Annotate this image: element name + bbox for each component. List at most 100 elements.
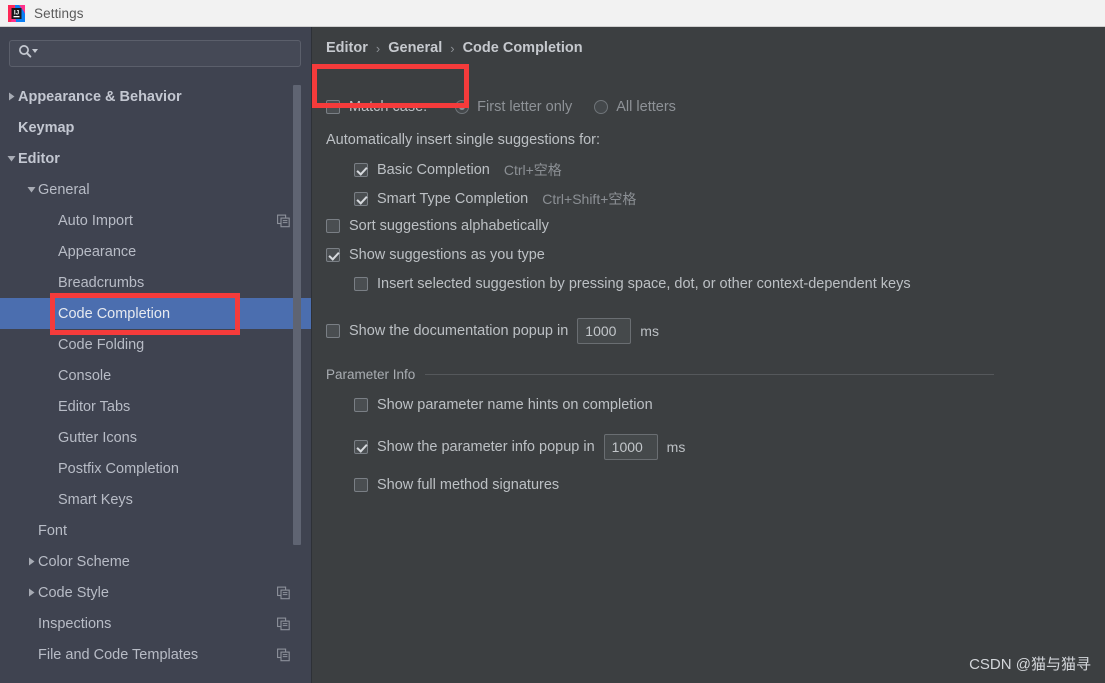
sort-alphabetically-label: Sort suggestions alphabetically: [349, 218, 549, 234]
sidebar-item-code-completion[interactable]: Code Completion: [0, 298, 311, 329]
show-suggestions-as-you-type-checkbox[interactable]: [326, 248, 340, 262]
all-letters-label: All letters: [616, 99, 676, 115]
parameter-name-hints-row[interactable]: Show parameter name hints on completion: [354, 397, 653, 413]
copy-settings-icon[interactable]: [277, 648, 290, 661]
search-icon: [18, 44, 39, 63]
sidebar-item-label: File and Code Templates: [38, 646, 199, 663]
sidebar-item-label: Color Scheme: [38, 553, 130, 570]
show-suggestions-as-you-type-row[interactable]: Show suggestions as you type: [326, 247, 545, 263]
first-letter-only-radio[interactable]: [455, 100, 470, 114]
smart-type-completion-label: Smart Type Completion: [377, 191, 529, 207]
documentation-popup-checkbox[interactable]: [326, 324, 340, 338]
sidebar-item-color-scheme[interactable]: Color Scheme: [0, 546, 311, 577]
sidebar-item-label: Inspections: [38, 615, 112, 632]
insert-selected-suggestion-checkbox[interactable]: [354, 277, 368, 291]
sidebar-item-label: Console: [58, 367, 112, 384]
parameter-info-popup-checkbox[interactable]: [354, 440, 368, 454]
full-method-signatures-label: Show full method signatures: [377, 477, 560, 493]
sidebar-item-editor-tabs[interactable]: Editor Tabs: [0, 391, 311, 422]
parameter-info-section-header: Parameter Info: [326, 367, 994, 382]
breadcrumb: Editor › General › Code Completion: [326, 40, 583, 56]
parameter-name-hints-checkbox[interactable]: [354, 398, 368, 412]
basic-completion-checkbox[interactable]: [354, 163, 368, 177]
sidebar-item-appearance-behavior[interactable]: Appearance & Behavior: [0, 81, 311, 112]
breadcrumb-item[interactable]: Editor: [326, 40, 368, 56]
sidebar-item-appearance[interactable]: Appearance: [0, 236, 311, 267]
match-case-option-all-letters[interactable]: All letters: [594, 99, 676, 115]
breadcrumb-item: Code Completion: [462, 40, 583, 56]
parameter-info-popup-delay-input[interactable]: [603, 434, 658, 460]
sidebar-item-label: Code Style: [38, 584, 109, 601]
sidebar-item-gutter-icons[interactable]: Gutter Icons: [0, 422, 311, 453]
sidebar-item-code-style[interactable]: Code Style: [0, 577, 311, 608]
match-case-checkbox[interactable]: [326, 100, 340, 114]
sidebar-item-keymap[interactable]: Keymap: [0, 112, 311, 143]
parameter-name-hints-label: Show parameter name hints on completion: [377, 397, 653, 413]
window-title: Settings: [34, 5, 84, 21]
settings-sidebar: Appearance & Behavior Keymap Editor General…: [0, 27, 312, 683]
sidebar-item-inspections[interactable]: Inspections: [0, 608, 311, 639]
sidebar-item-font[interactable]: Font: [0, 515, 311, 546]
first-letter-only-label: First letter only: [477, 99, 573, 115]
search-field-wrapper: [9, 40, 301, 67]
sort-alphabetically-row[interactable]: Sort suggestions alphabetically: [326, 218, 549, 234]
sidebar-item-auto-import[interactable]: Auto Import: [0, 205, 311, 236]
chevron-down-icon[interactable]: [4, 152, 18, 166]
sidebar-item-postfix-completion[interactable]: Postfix Completion: [0, 453, 311, 484]
sidebar-item-label: General: [38, 181, 90, 198]
svg-text:IJ: IJ: [14, 9, 20, 16]
sidebar-item-console[interactable]: Console: [0, 360, 311, 391]
sidebar-scrollbar-track[interactable]: [293, 85, 306, 645]
chevron-down-icon[interactable]: [24, 183, 38, 197]
documentation-popup-row: Show the documentation popup in ms: [326, 318, 659, 344]
sidebar-item-editor[interactable]: Editor: [0, 143, 311, 174]
copy-settings-icon[interactable]: [277, 214, 290, 227]
documentation-popup-unit: ms: [640, 323, 659, 339]
sidebar-item-label: Code Completion: [58, 305, 171, 322]
copy-settings-icon[interactable]: [277, 586, 290, 599]
search-box[interactable]: [9, 40, 301, 67]
search-input[interactable]: [44, 43, 284, 64]
sort-alphabetically-checkbox[interactable]: [326, 219, 340, 233]
section-divider: [425, 374, 994, 375]
sidebar-scrollbar-thumb[interactable]: [293, 85, 301, 545]
sidebar-item-label: Postfix Completion: [58, 460, 179, 477]
basic-completion-row[interactable]: Basic Completion Ctrl+空格: [354, 160, 562, 180]
title-bar: IJ Settings: [0, 0, 1105, 27]
auto-insert-group-label-row: Automatically insert single suggestions …: [326, 132, 600, 148]
breadcrumb-separator: ›: [450, 40, 455, 56]
parameter-info-popup-unit: ms: [666, 439, 686, 455]
full-method-signatures-row[interactable]: Show full method signatures: [354, 477, 559, 493]
sidebar-item-general[interactable]: General: [0, 174, 311, 205]
dialog-body: Appearance & Behavior Keymap Editor General…: [0, 27, 1105, 683]
all-letters-radio[interactable]: [594, 100, 609, 114]
show-suggestions-as-you-type-label: Show suggestions as you type: [349, 247, 545, 263]
breadcrumb-separator: ›: [375, 40, 381, 56]
sidebar-item-code-folding[interactable]: Code Folding: [0, 329, 311, 360]
breadcrumb-item[interactable]: General: [388, 40, 442, 56]
chevron-right-icon[interactable]: [24, 555, 38, 569]
match-case-row: Match case: First letter only All letter…: [326, 99, 676, 115]
sidebar-item-label: Appearance & Behavior: [18, 88, 182, 105]
smart-type-completion-checkbox[interactable]: [354, 192, 368, 206]
sidebar-item-label: Appearance: [58, 243, 137, 260]
parameter-info-popup-row: Show the parameter info popup in ms: [354, 434, 685, 460]
sidebar-item-label: Font: [38, 522, 68, 539]
smart-type-completion-row[interactable]: Smart Type Completion Ctrl+Shift+空格: [354, 189, 636, 209]
insert-selected-suggestion-row[interactable]: Insert selected suggestion by pressing s…: [354, 276, 911, 292]
auto-insert-group-label: Automatically insert single suggestions …: [326, 132, 601, 148]
watermark: CSDN @猫与猫寻: [969, 656, 1091, 673]
smart-type-completion-shortcut: Ctrl+Shift+空格: [542, 191, 637, 207]
sidebar-item-file-and-code-templates[interactable]: File and Code Templates: [0, 639, 311, 670]
sidebar-item-breadcrumbs[interactable]: Breadcrumbs: [0, 267, 311, 298]
documentation-popup-delay-input[interactable]: [577, 318, 632, 344]
sidebar-item-smart-keys[interactable]: Smart Keys: [0, 484, 311, 515]
full-method-signatures-checkbox[interactable]: [354, 478, 368, 492]
chevron-right-icon[interactable]: [4, 90, 18, 104]
copy-settings-icon[interactable]: [277, 617, 290, 630]
chevron-right-icon[interactable]: [24, 586, 38, 600]
sidebar-item-label: Auto Import: [58, 212, 133, 229]
sidebar-item-label: Editor: [18, 150, 60, 167]
settings-dialog: IJ Settings Appearance & Behavior Keymap…: [0, 0, 1105, 683]
match-case-option-first-letter[interactable]: First letter only: [455, 99, 572, 115]
